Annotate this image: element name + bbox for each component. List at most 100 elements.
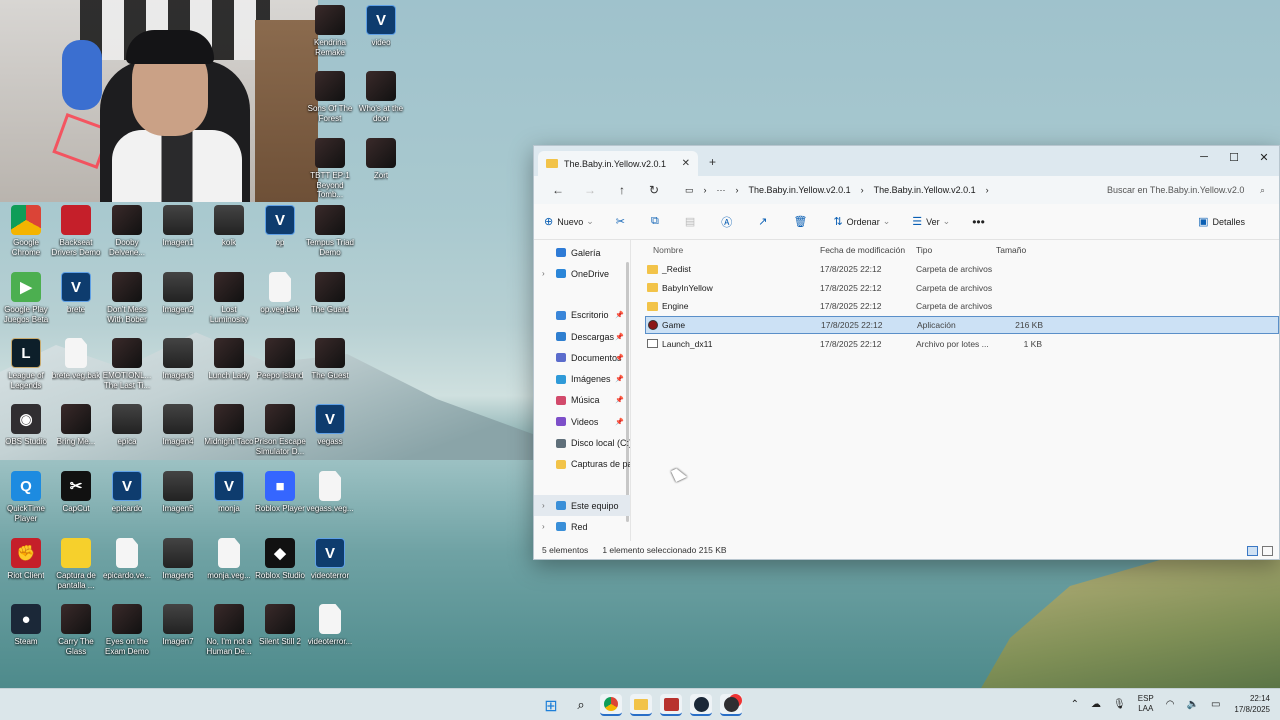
sidebar-item[interactable]: › Red [534, 516, 630, 537]
forward-arrow-icon[interactable]: → [574, 183, 606, 197]
title-bar[interactable]: The.Baby.in.Yellow.v2.0.1 ✕ + ─ ☐ ✕ [534, 146, 1279, 176]
desktop-icon[interactable]: ▶ Google Play Juegos Beta [0, 272, 52, 324]
desktop-icon[interactable]: vegass.veg... [304, 471, 356, 514]
desktop-icon[interactable]: Imagen4 [152, 404, 204, 447]
desktop-icon[interactable]: Who's at the door [355, 71, 407, 123]
desktop-icon[interactable]: ✊ Riot Client [0, 538, 52, 581]
desktop-icon[interactable]: videoterror... [304, 604, 356, 647]
desktop-icon[interactable]: Zort [355, 138, 407, 181]
network-off-icon[interactable]: ☁ [1091, 699, 1101, 710]
desktop-icon[interactable]: Imagen5 [152, 471, 204, 514]
desktop-icon[interactable]: Vbrete [50, 272, 102, 315]
cut-button[interactable]: ✂ [616, 215, 629, 228]
desktop-icon[interactable]: Lost Luminosity [203, 272, 255, 324]
clock[interactable]: 22:14 17/8/2025 [1234, 693, 1270, 715]
game-taskbar-icon[interactable] [660, 694, 682, 716]
volume-icon[interactable]: 🔈 [1187, 699, 1199, 710]
close-window-icon[interactable]: ✕ [1249, 146, 1279, 168]
desktop-icon[interactable]: ◉ OBS Studio [0, 404, 52, 447]
desktop-icon[interactable]: The Guest [304, 338, 356, 381]
rename-button[interactable]: Ⓐ [721, 214, 736, 230]
column-date[interactable]: Fecha de modificación [820, 245, 916, 255]
more-options-button[interactable]: ••• [972, 215, 985, 229]
delete-button[interactable]: 🗑 [793, 215, 811, 228]
desktop-icon[interactable]: No, I'm not a Human De... [203, 604, 255, 656]
desktop-icon[interactable]: Google Chrome [0, 205, 52, 257]
desktop-icon[interactable]: Imagen3 [152, 338, 204, 381]
paste-button[interactable]: ▤ [685, 215, 699, 228]
microphone-icon[interactable]: 🎙 [1113, 699, 1126, 710]
desktop-icon[interactable]: Lunch Lady [203, 338, 255, 381]
desktop-icon[interactable]: Captura de pantalla ... [50, 538, 102, 590]
table-row[interactable]: Engine 17/8/2025 22:12 Carpeta de archivos [645, 297, 1279, 316]
sidebar-item[interactable]: Escritorio 📌 [534, 305, 630, 326]
desktop-icon[interactable]: L League of Legends [0, 338, 52, 390]
language-indicator[interactable]: ESP LAA [1138, 694, 1154, 714]
desktop-icon[interactable]: Imagen7 [152, 604, 204, 647]
desktop-icon[interactable]: EMOTIONL... The Last Ti... [101, 338, 153, 390]
desktop-icon[interactable]: Vepicardo [101, 471, 153, 514]
desktop-icon[interactable]: Sons Of The Forest [304, 71, 356, 123]
desktop-icon[interactable]: brete.veg.bak [50, 338, 102, 381]
desktop-icon[interactable]: Silent Still 2 [254, 604, 306, 647]
share-button[interactable]: ↗ [758, 215, 771, 228]
details-button[interactable]: ▣ Detalles [1198, 215, 1245, 228]
sidebar-item[interactable]: Galería [534, 242, 630, 263]
desktop-icon[interactable]: Q QuickTime Player [0, 471, 52, 523]
desktop-icon[interactable]: ◆ Roblox Studio [254, 538, 306, 581]
chevron-right-icon[interactable]: › [986, 185, 989, 195]
desktop-icon[interactable]: Imagen1 [152, 205, 204, 248]
chevron-right-icon[interactable]: › [542, 501, 545, 510]
overflow-dots-icon[interactable]: ··· [717, 185, 726, 195]
table-row[interactable]: BabyInYellow 17/8/2025 22:12 Carpeta de ar… [645, 279, 1279, 298]
chrome-taskbar-icon[interactable] [600, 694, 622, 716]
breadcrumb-item[interactable]: The.Baby.in.Yellow.v2.0.1 [874, 185, 976, 195]
desktop-icon[interactable]: Imagen2 [152, 272, 204, 315]
refresh-icon[interactable]: ↻ [638, 183, 670, 197]
desktop-icon[interactable]: Eyes on the Exam Demo [101, 604, 153, 656]
obs-taskbar-icon[interactable] [720, 694, 742, 716]
explorer-tab[interactable]: The.Baby.in.Yellow.v2.0.1 ✕ [538, 151, 698, 176]
start-windows-icon[interactable]: ⊞ [540, 694, 562, 716]
copy-button[interactable]: ⧉ [651, 215, 663, 228]
sidebar-item[interactable]: Disco local (C:) [534, 432, 630, 453]
tiles-view-icon[interactable] [1262, 546, 1273, 556]
desktop-icon[interactable]: op.veg.bak [254, 272, 306, 315]
desktop-icon[interactable]: monja.veg... [203, 538, 255, 581]
table-row[interactable]: Launch_dx11 17/8/2025 22:12 Archivo por lo… [645, 334, 1279, 353]
desktop-icon[interactable]: TBTT EP:1 Beyond Tomb... [304, 138, 356, 200]
column-type[interactable]: Tipo [916, 245, 996, 255]
desktop-icon[interactable]: Don't Mess With Bober [101, 272, 153, 324]
new-button[interactable]: ⊕ Nuevo ⌄ [544, 215, 594, 228]
desktop-icon[interactable]: epica [101, 404, 153, 447]
desktop-icon[interactable]: Tempus Triad Demo [304, 205, 356, 257]
minimize-icon[interactable]: ─ [1189, 146, 1219, 168]
chevron-right-icon[interactable]: › [542, 269, 545, 278]
wifi-icon[interactable]: ◠ [1166, 699, 1175, 710]
sidebar-item[interactable]: › Este equipo [534, 494, 630, 517]
file-explorer-taskbar-icon[interactable] [630, 694, 652, 716]
back-arrow-icon[interactable]: ← [542, 183, 574, 197]
maximize-icon[interactable]: ☐ [1219, 146, 1249, 168]
table-row[interactable]: Game 17/8/2025 22:12 Aplicación 216 KB [645, 315, 1279, 335]
column-size[interactable]: Tamaño [996, 245, 1042, 255]
desktop-icon[interactable]: ● Steam [0, 604, 52, 647]
steam-taskbar-icon[interactable] [690, 694, 712, 716]
breadcrumb-item[interactable]: The.Baby.in.Yellow.v2.0.1 [749, 185, 851, 195]
search-box[interactable]: Buscar en The.Baby.in.Yellow.v2.0 ⌕ [1101, 179, 1271, 201]
search-input[interactable]: Buscar en The.Baby.in.Yellow.v2.0 [1107, 185, 1244, 195]
column-name[interactable]: Nombre [645, 245, 820, 255]
new-tab-icon[interactable]: + [709, 155, 716, 169]
desktop-icon[interactable]: Carry The Glass [50, 604, 102, 656]
desktop-icon[interactable]: Vvideoterror [304, 538, 356, 581]
desktop-icon[interactable]: Vvideo [355, 5, 407, 48]
desktop-icon[interactable]: The Guard [304, 272, 356, 315]
sort-button[interactable]: ⇅ Ordenar ⌄ [833, 215, 890, 228]
up-arrow-icon[interactable]: ↑ [606, 183, 638, 197]
desktop-icon[interactable]: Vvegass [304, 404, 356, 447]
sidebar-item[interactable]: Música 📌 [534, 390, 630, 411]
desktop-icon[interactable]: epicardo.ve... [101, 538, 153, 581]
desktop-icon[interactable]: Dooby Delvene... [101, 205, 153, 257]
chevron-up-icon[interactable]: ⌃ [1071, 699, 1079, 710]
details-view-icon[interactable] [1247, 546, 1258, 556]
